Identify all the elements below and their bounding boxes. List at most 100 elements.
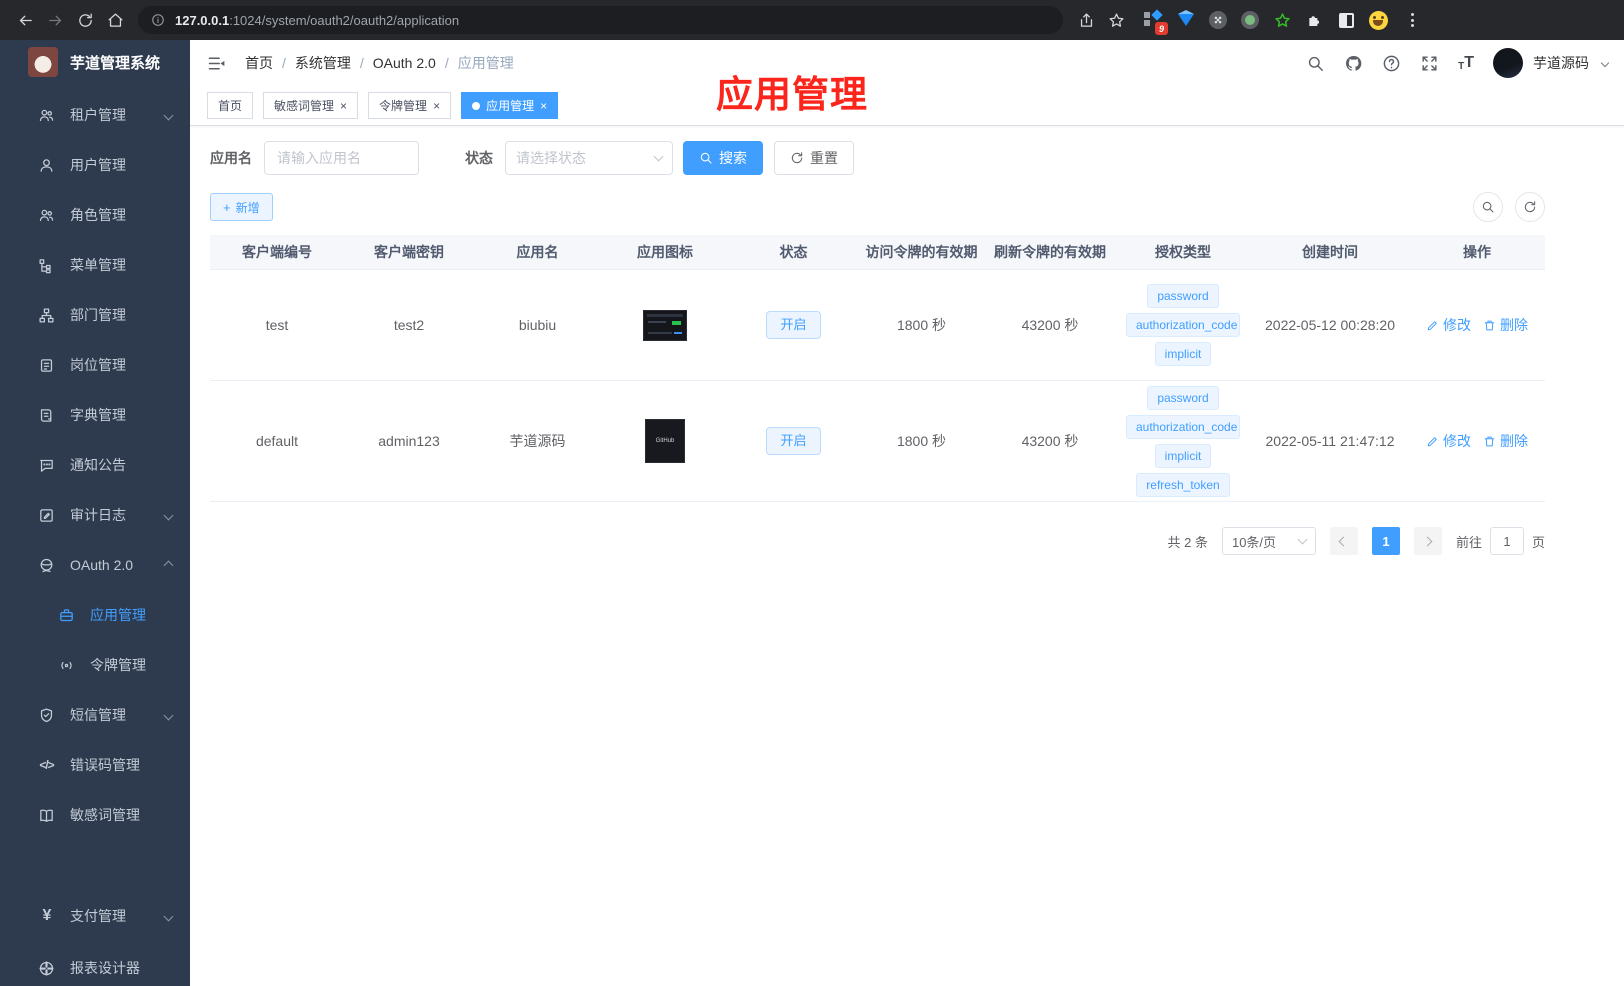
search-button[interactable]: 搜索 [683, 141, 763, 175]
address-bar[interactable]: 127.0.0.1:1024/system/oauth2/oauth2/appl… [138, 6, 1063, 34]
header-access-token-validity: 访问令牌的有效期 [865, 244, 978, 260]
profile-avatar-icon[interactable] [1363, 3, 1393, 37]
github-icon[interactable] [1344, 54, 1363, 73]
cell-create-time: 2022-05-12 00:28:20 [1265, 317, 1395, 333]
browser-back-button[interactable] [10, 3, 40, 37]
org-tree-icon [39, 307, 54, 323]
sidebar-item-notice-announcement[interactable]: 通知公告 [0, 440, 190, 490]
sidebar-item-oauth2[interactable]: OAuth 2.0 [0, 540, 190, 590]
split-screen-icon[interactable] [1331, 3, 1361, 37]
browser-home-button[interactable] [100, 3, 130, 37]
breadcrumb-system[interactable]: 系统管理 [295, 53, 351, 73]
extensions-puzzle-icon[interactable] [1299, 3, 1329, 37]
refresh-icon [791, 152, 803, 164]
close-icon[interactable]: × [340, 100, 347, 112]
font-size-icon[interactable]: TT [1458, 54, 1474, 72]
reset-button[interactable]: 重置 [774, 141, 854, 175]
extension-command-icon[interactable] [1203, 3, 1233, 37]
search-icon[interactable] [1306, 54, 1325, 73]
app-name-input[interactable] [264, 141, 419, 175]
sidebar-item-label: OAuth 2.0 [70, 557, 134, 573]
sidebar-item-label: 短信管理 [70, 707, 126, 723]
grant-type-tag: authorization_code [1126, 414, 1240, 439]
edit-button[interactable]: 修改 [1426, 431, 1471, 451]
breadcrumb-oauth2[interactable]: OAuth 2.0 [373, 55, 436, 71]
navbar-actions: TT 芋道源码 [1306, 48, 1610, 78]
sidebar-item-dept-management[interactable]: 部门管理 [0, 290, 190, 340]
breadcrumb-home[interactable]: 首页 [245, 53, 273, 73]
user-avatar[interactable] [1493, 48, 1523, 78]
pagination-total: 共 2 条 [1167, 534, 1208, 550]
sidebar-collapse-icon[interactable] [206, 53, 227, 74]
close-icon[interactable]: × [433, 100, 440, 112]
share-icon[interactable] [1071, 3, 1101, 37]
bookmark-star-icon[interactable] [1101, 3, 1131, 37]
tree-menu-icon [39, 258, 51, 273]
sidebar-item-oauth2-token[interactable]: 令牌管理 [0, 640, 190, 690]
sidebar-item-sensitive-word-management[interactable]: 敏感词管理 [0, 790, 190, 840]
goto-page-input[interactable] [1489, 527, 1524, 555]
browser-toolbar: 127.0.0.1:1024/system/oauth2/oauth2/appl… [0, 0, 1624, 40]
page-number-button[interactable]: 1 [1371, 527, 1400, 555]
sidebar-item-tenant-management[interactable]: 租户管理 [0, 90, 190, 140]
sidebar-item-label: 敏感词管理 [70, 807, 140, 823]
cell-app-name: biubiu [518, 317, 557, 333]
extension-record-icon[interactable] [1235, 3, 1265, 37]
extension-gem-icon[interactable] [1171, 3, 1201, 37]
cell-access-validity: 1800 秒 [896, 433, 947, 449]
delete-button[interactable]: 删除 [1483, 431, 1528, 451]
app-logo[interactable]: 芋道管理系统 [0, 40, 190, 84]
sidebar-item-sms-management[interactable]: 短信管理 [0, 690, 190, 740]
sidebar-item-report-designer[interactable]: 报表设计器 [0, 942, 190, 986]
tab-token[interactable]: 令牌管理 × [368, 92, 452, 119]
sidebar-item-menu-management[interactable]: 菜单管理 [0, 240, 190, 290]
user-menu-caret-icon[interactable] [1600, 58, 1610, 68]
status-badge: 开启 [766, 311, 821, 339]
fullscreen-icon[interactable] [1420, 54, 1439, 73]
breadcrumb-separator: / [444, 55, 449, 71]
page-size-select[interactable]: 10条/页 [1221, 527, 1316, 555]
chevron-down-icon [1297, 534, 1308, 545]
tab-application[interactable]: 应用管理 × [461, 92, 559, 119]
message-icon [40, 459, 53, 472]
site-info-icon[interactable] [151, 13, 165, 27]
url-host: 127.0.0.1 [175, 12, 230, 28]
cell-actions: 修改 删除 [1409, 315, 1545, 335]
status-badge: 开启 [766, 427, 821, 455]
sidebar-item-label: 岗位管理 [70, 357, 126, 373]
url-text: 127.0.0.1:1024/system/oauth2/oauth2/appl… [175, 13, 459, 28]
sidebar-item-role-management[interactable]: 角色管理 [0, 190, 190, 240]
tab-home[interactable]: 首页 [207, 92, 254, 119]
sidebar-item-payment-management[interactable]: ¥ 支付管理 [0, 890, 190, 942]
sidebar-item-dict-management[interactable]: 字典管理 [0, 390, 190, 440]
tab-sensitive-word[interactable]: 敏感词管理 × [263, 92, 359, 119]
close-icon[interactable]: × [540, 100, 547, 112]
status-select[interactable]: 请选择状态 [505, 141, 673, 175]
add-button[interactable]: + 新增 [210, 193, 273, 221]
help-icon[interactable] [1382, 54, 1401, 73]
sidebar-item-label: 用户管理 [70, 157, 126, 173]
goto-label: 前往 [1455, 534, 1482, 550]
edit-button[interactable]: 修改 [1426, 315, 1471, 335]
browser-reload-button[interactable] [70, 3, 100, 37]
sidebar-item-post-management[interactable]: 岗位管理 [0, 340, 190, 390]
browser-forward-button[interactable] [40, 3, 70, 37]
delete-button[interactable]: 删除 [1483, 315, 1528, 335]
cell-app-name: 芋道源码 [509, 433, 566, 449]
extension-star-icon[interactable] [1267, 3, 1297, 37]
extension-grid-icon[interactable]: 9 [1139, 3, 1169, 37]
refresh-table-button[interactable] [1515, 192, 1545, 222]
sidebar-item-user-management[interactable]: 用户管理 [0, 140, 190, 190]
prev-page-button[interactable] [1329, 527, 1358, 555]
report-designer-icon [39, 960, 54, 976]
tags-view: 首页 敏感词管理 × 令牌管理 × 应用管理 × [190, 86, 1624, 126]
next-page-button[interactable] [1413, 527, 1442, 555]
sidebar-item-oauth2-application[interactable]: 应用管理 [0, 590, 190, 640]
browser-menu-icon[interactable] [1397, 3, 1427, 37]
breadcrumb-separator: / [359, 55, 364, 71]
table-row: test test2 biubiu 开启 1800 秒 43200 秒 pass… [210, 270, 1545, 381]
sidebar-item-audit-log[interactable]: 审计日志 [0, 490, 190, 540]
toggle-search-button[interactable] [1473, 192, 1503, 222]
status-label: 状态 [465, 150, 493, 166]
sidebar-item-error-code-management[interactable]: </> 错误码管理 [0, 740, 190, 790]
